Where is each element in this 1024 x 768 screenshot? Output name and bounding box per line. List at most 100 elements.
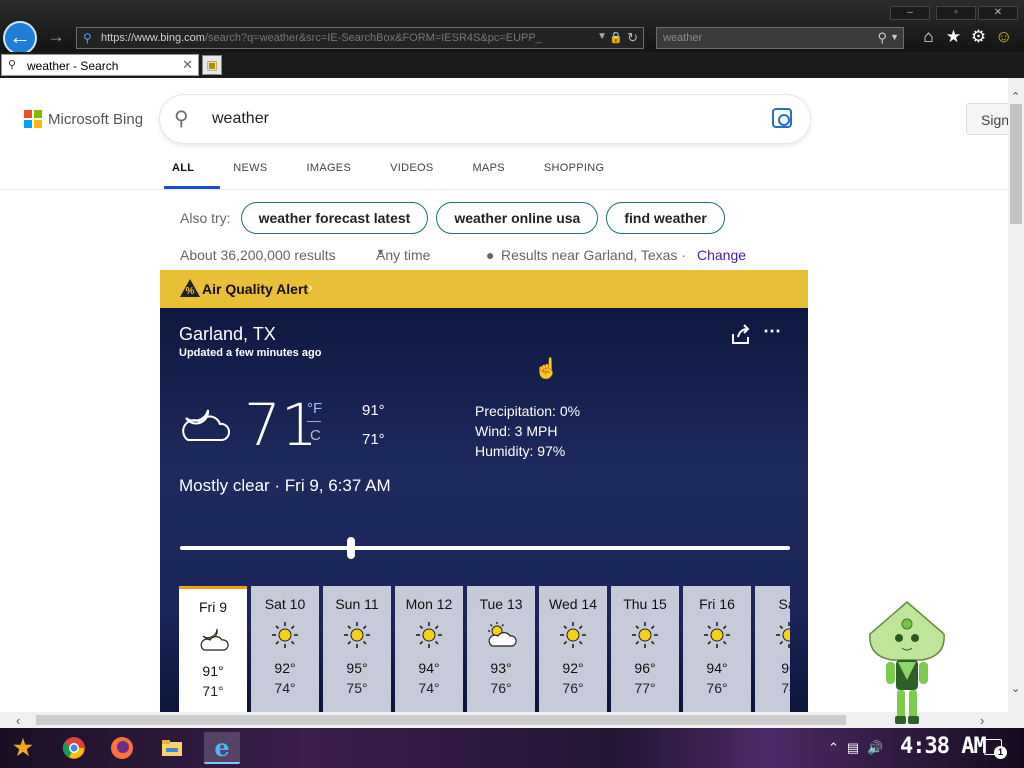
sun-icon <box>629 620 661 650</box>
browser-search-box[interactable]: weather ⚲ ▼ <box>656 27 904 49</box>
clock[interactable]: 4:38 AM <box>900 734 987 759</box>
search-icon[interactable]: ⚲ <box>877 30 887 46</box>
url-text[interactable]: https://www.bing.com/search?q=weather&sr… <box>101 32 581 44</box>
forecast-day[interactable]: Fri 16 94° 76° <box>683 586 751 712</box>
more-options-icon[interactable]: ⋯ <box>763 321 783 342</box>
change-location-link[interactable]: Change <box>697 247 746 263</box>
forecast-day[interactable]: Sat 96 78 <box>755 586 790 712</box>
refresh-icon[interactable]: ↻ <box>627 30 638 46</box>
screen: – ▫ ✕ ← → ⚲ https://www.bing.com/search?… <box>0 0 1024 768</box>
command-icons: ⌂ ★ ⚙ ☺ <box>920 27 1012 49</box>
tab-images[interactable]: IMAGES <box>307 162 352 188</box>
vertical-scrollbar[interactable]: ⌃ ⌄ <box>1008 78 1024 712</box>
sun-cloud-icon <box>485 620 517 650</box>
new-tab-button[interactable]: ▣ <box>202 55 222 75</box>
close-icon[interactable]: ✕ <box>182 57 193 73</box>
search-input[interactable]: ⚲ weather <box>160 95 810 143</box>
tab-all[interactable]: ALL <box>163 162 221 189</box>
url-host: www.bing.com <box>134 32 205 44</box>
forecast-day[interactable]: Sat 10 92° 74° <box>251 586 319 712</box>
share-icon[interactable] <box>730 324 752 346</box>
tab-title: weather - Search <box>27 59 119 73</box>
weather-details: Precipitation: 0% Wind: 3 MPH Humidity: … <box>475 401 580 461</box>
search-icon[interactable]: ⚲ <box>174 106 189 131</box>
firefox-icon[interactable] <box>104 732 140 764</box>
also-try-pill[interactable]: find weather <box>606 202 725 234</box>
forecast-day[interactable]: Tue 13 93° 76° <box>467 586 535 712</box>
forecast-day[interactable]: Sun 11 95° 75° <box>323 586 391 712</box>
forecast-day[interactable]: Mon 12 94° 74° <box>395 586 463 712</box>
scroll-down-icon[interactable]: ⌄ <box>1011 682 1020 695</box>
close-window-button[interactable]: ✕ <box>978 6 1018 20</box>
tab-weather-search[interactable]: ⚲ weather - Search ✕ <box>1 54 199 76</box>
forecast-day-name: Wed 14 <box>549 596 597 612</box>
visual-search-icon[interactable] <box>772 108 792 128</box>
sun-icon <box>773 620 790 650</box>
chevron-down-icon[interactable]: ▼ <box>597 31 607 42</box>
tab-maps[interactable]: MAPS <box>472 162 504 188</box>
volume-icon[interactable]: 🔊 <box>867 736 883 760</box>
search-query[interactable]: weather <box>212 110 269 128</box>
file-explorer-icon[interactable] <box>154 732 190 764</box>
precipitation: Precipitation: 0% <box>475 403 581 419</box>
forecast-day-low: 76° <box>562 680 584 696</box>
tab-shopping[interactable]: SHOPPING <box>544 162 604 188</box>
home-icon[interactable]: ⌂ <box>920 27 937 49</box>
forecast-day-high: 94° <box>706 660 728 676</box>
chevron-down-icon[interactable]: ▼ <box>890 32 899 42</box>
internet-explorer-icon[interactable]: e <box>204 732 240 764</box>
sun-icon <box>413 620 445 650</box>
unit-fahrenheit[interactable]: °F <box>307 400 322 417</box>
minimize-button[interactable]: – <box>890 6 930 20</box>
unit-divider <box>307 421 321 422</box>
sign-in-button[interactable]: Sign <box>966 103 1008 135</box>
scroll-left-icon[interactable]: ‹ <box>16 713 20 728</box>
forecast-day-name: Tue 13 <box>479 596 523 612</box>
lock-icon[interactable]: 🔒 <box>609 31 623 44</box>
air-quality-alert[interactable]: % Air Quality Alert › <box>160 270 808 308</box>
network-icon[interactable]: ▤ <box>847 736 859 760</box>
forecast-day[interactable]: Wed 14 92° 76° <box>539 586 607 712</box>
address-bar[interactable]: ⚲ https://www.bing.com/search?q=weather&… <box>76 27 644 49</box>
browser-search-text: weather <box>663 32 703 44</box>
warning-icon: % <box>180 279 200 297</box>
gear-icon[interactable]: ⚙ <box>970 27 987 49</box>
start-icon[interactable]: ★ <box>8 734 38 762</box>
maximize-button[interactable]: ▫ <box>936 6 976 20</box>
forecast-day-name: Sat <box>778 596 790 612</box>
scroll-up-icon[interactable]: ⌃ <box>1011 90 1020 103</box>
url-path: /search?q=weather&src=IE-SearchBox&FORM=… <box>204 32 542 44</box>
forecast-day-low: 78 <box>781 680 790 696</box>
tab-news[interactable]: NEWS <box>233 162 267 188</box>
scroll-thumb[interactable] <box>36 715 846 725</box>
forecast-day-name: Fri 16 <box>699 596 735 612</box>
forecast-day-low: 77° <box>634 680 656 696</box>
results-near: Results near Garland, Texas · <box>501 247 686 263</box>
desktop-mascot-character <box>869 601 945 724</box>
back-arrow-icon[interactable]: ← <box>3 21 37 55</box>
chrome-icon[interactable] <box>56 732 92 764</box>
chevron-up-icon[interactable]: ⌃ <box>828 736 839 760</box>
scroll-right-icon[interactable]: › <box>980 713 984 728</box>
high-temperature: 91° <box>362 402 385 419</box>
tab-videos[interactable]: VIDEOS <box>390 162 433 188</box>
weather-updated: Updated a few minutes ago <box>179 347 322 359</box>
smiley-icon[interactable]: ☺ <box>995 27 1012 49</box>
forecast-day-low: 76° <box>490 680 512 696</box>
bing-logo[interactable]: Microsoft Bing <box>24 110 143 128</box>
scroll-thumb[interactable] <box>1010 104 1022 224</box>
alert-text: Air Quality Alert <box>202 281 309 297</box>
forecast-day[interactable]: Thu 15 96° 77° <box>611 586 679 712</box>
also-try-label: Also try: <box>180 210 231 226</box>
time-slider-handle[interactable] <box>346 537 355 559</box>
forecast-day-low: 71° <box>202 683 224 699</box>
forecast-day[interactable]: Fri 9 91° 71° <box>179 586 247 712</box>
unit-celsius[interactable]: C <box>310 427 321 444</box>
forward-arrow-icon[interactable]: → <box>44 27 68 49</box>
star-icon[interactable]: ★ <box>945 27 962 49</box>
also-try-pill[interactable]: weather forecast latest <box>240 202 429 234</box>
horizontal-scrollbar[interactable]: ‹ › <box>0 712 1008 728</box>
time-slider-track[interactable] <box>180 546 790 550</box>
also-try-pill[interactable]: weather online usa <box>436 202 599 234</box>
notification-count: 1 <box>994 746 1007 759</box>
